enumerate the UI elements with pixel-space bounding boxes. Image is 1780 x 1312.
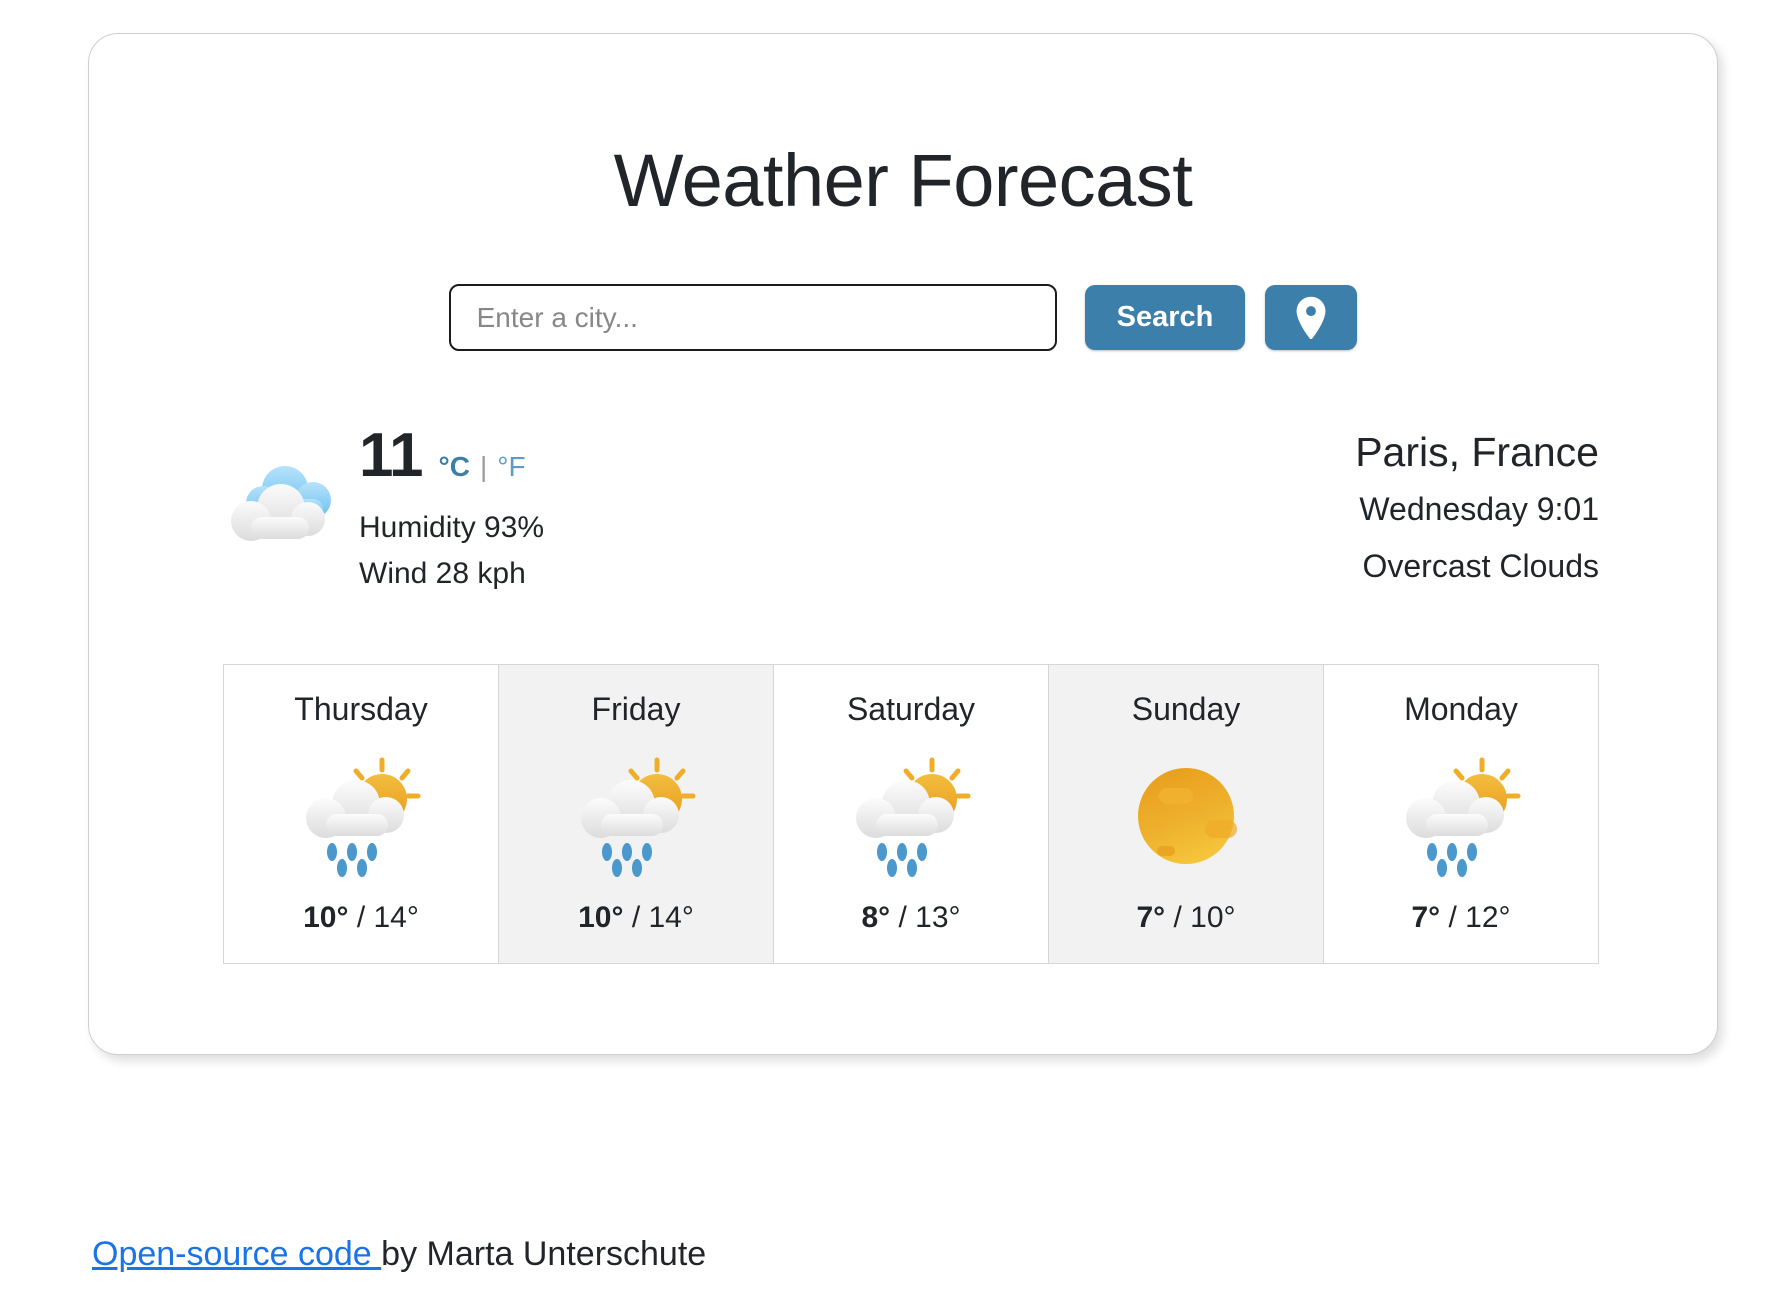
sun-cloud-rain-icon	[774, 743, 1048, 889]
forecast-temp-max: 7°	[1411, 901, 1441, 934]
weather-card: Weather Forecast Search	[88, 33, 1718, 1055]
current-temperature-value: 11	[359, 421, 424, 490]
forecast-day-temps: 10° / 14°	[224, 903, 498, 933]
current-readings: 11 °C | °F Humidity 93% Wind 28 kph	[359, 419, 544, 592]
forecast-day-name: Monday	[1404, 691, 1518, 727]
forecast-day-3: Sunday 7° / 10°	[1049, 665, 1324, 963]
forecast-temp-min: 10°	[1190, 901, 1236, 934]
forecast-day-4: Monday 7° / 12°	[1324, 665, 1598, 963]
forecast-temp-separator: /	[348, 901, 374, 934]
unit-toggle-group: °C | °F	[439, 453, 526, 481]
sun-icon	[1049, 743, 1323, 889]
sun-cloud-rain-icon	[499, 743, 773, 889]
forecast-day-temps: 8° / 13°	[774, 903, 1048, 933]
forecast-temp-min: 14°	[648, 901, 694, 934]
forecast-day-name: Friday	[591, 691, 681, 727]
forecast-temp-max: 10°	[578, 901, 624, 934]
search-input[interactable]	[448, 284, 1057, 351]
celsius-unit-link[interactable]: °C	[439, 453, 470, 481]
forecast-temp-min: 12°	[1465, 901, 1511, 934]
forecast-temp-separator: /	[623, 901, 649, 934]
forecast-table: Thursday 10° / 14° Friday 10° / 14° Satu…	[223, 664, 1599, 964]
overcast-clouds-icon	[223, 453, 349, 557]
humidity-text: Humidity 93%	[359, 511, 545, 544]
wind-text: Wind 28 kph	[359, 556, 526, 590]
forecast-day-name: Thursday	[294, 691, 428, 727]
forecast-temp-separator: /	[890, 901, 916, 934]
sun-cloud-rain-icon	[224, 743, 498, 889]
sun-cloud-rain-icon	[1324, 743, 1598, 889]
page-title: Weather Forecast	[613, 139, 1193, 222]
current-temperature-line: 11 °C | °F	[359, 425, 544, 487]
search-button[interactable]: Search	[1084, 285, 1246, 350]
location-pin-icon	[1294, 296, 1328, 340]
condition-description: Overcast Clouds	[1362, 547, 1599, 584]
current-left-block: 11 °C | °F Humidity 93% Wind 28 kph	[223, 419, 544, 592]
forecast-temp-max: 7°	[1136, 901, 1166, 934]
date-time: Wednesday 9:01	[1359, 491, 1599, 528]
search-row: Search	[89, 284, 1717, 351]
forecast-day-name: Saturday	[846, 691, 976, 727]
forecast-temp-separator: /	[1165, 901, 1191, 934]
forecast-day-temps: 10° / 14°	[499, 903, 773, 933]
forecast-day-0: Thursday 10° / 14°	[224, 665, 499, 963]
forecast-day-name: Sunday	[1131, 691, 1241, 727]
forecast-day-1: Friday 10° / 14°	[499, 665, 774, 963]
page-root: Weather Forecast Search	[0, 0, 1780, 1312]
forecast-temp-min: 14°	[373, 901, 419, 934]
current-location-button[interactable]	[1265, 285, 1358, 350]
open-source-code-link[interactable]: Open-source code	[92, 1235, 381, 1273]
forecast-temp-max: 8°	[861, 901, 891, 934]
current-conditions: 11 °C | °F Humidity 93% Wind 28 kph Pari…	[89, 419, 1717, 592]
footer: Open-source code by Marta Unterschute	[92, 1235, 706, 1274]
forecast-day-2: Saturday 8° / 13°	[774, 665, 1049, 963]
fahrenheit-unit-link[interactable]: °F	[497, 453, 525, 481]
unit-separator: |	[479, 451, 488, 482]
forecast-temp-max: 10°	[303, 901, 349, 934]
forecast-temp-min: 13°	[915, 901, 961, 934]
city-name: Paris, France	[1355, 429, 1599, 475]
current-right-block: Paris, France Wednesday 9:01 Overcast Cl…	[1355, 419, 1599, 585]
forecast-day-temps: 7° / 12°	[1324, 903, 1598, 933]
footer-author-text: by Marta Unterschute	[381, 1235, 707, 1273]
forecast-temp-separator: /	[1440, 901, 1466, 934]
forecast-day-temps: 7° / 10°	[1049, 903, 1323, 933]
